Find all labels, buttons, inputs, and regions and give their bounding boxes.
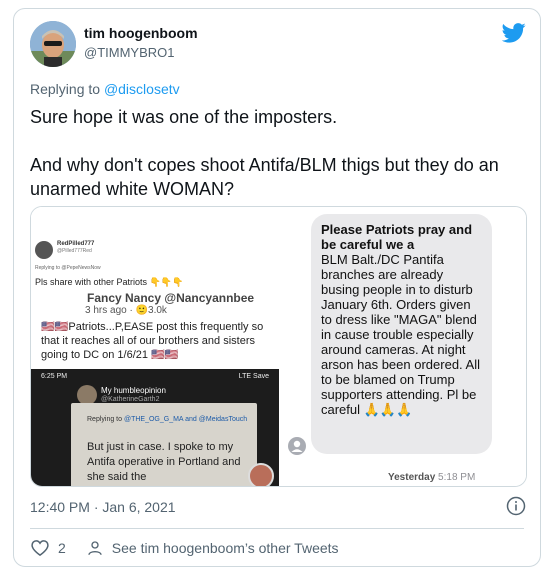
- message-timestamp: Yesterday 5:18 PM: [388, 472, 475, 483]
- author-name[interactable]: tim hoogenboom: [84, 25, 198, 41]
- media-image-right[interactable]: Please Patriots pray and be careful we a…: [280, 207, 526, 486]
- screenshot-poster-time: 3 hrs ago · 🙂3.0k: [85, 305, 167, 316]
- heart-icon[interactable]: [30, 538, 50, 558]
- tweet-actions: 2 See tim hoogenboom’s other Tweets: [30, 537, 339, 559]
- inner-name: My humbleopinion: [101, 386, 166, 395]
- avatar-image: [30, 21, 76, 67]
- author-avatar[interactable]: [30, 21, 76, 67]
- info-circle-icon[interactable]: [506, 496, 526, 516]
- screenshot-post-text: 🇺🇸🇺🇸Patriots...P,EASE post this frequent…: [41, 321, 264, 361]
- tweet-card[interactable]: tim hoogenboom @TIMMYBRO1 Replying to @d…: [13, 8, 541, 567]
- replying-to: Replying to @disclosetv: [30, 81, 180, 97]
- message-bold-text: Please Patriots pray and be careful we a: [321, 222, 473, 252]
- inner-face-avatar: [248, 463, 274, 486]
- phone-status-right: LTE Save: [238, 373, 269, 380]
- tweet-timestamp[interactable]: 12:40 PM · Jan 6, 2021: [30, 499, 176, 515]
- inner-handle: @KatherineGarth2: [101, 396, 160, 403]
- screenshot-user: RedPilled777: [57, 241, 95, 247]
- contact-icon: [288, 437, 306, 455]
- phone-screenshot: 6:25 PM LTE Save My humbleopinion @Kathe…: [31, 369, 279, 486]
- inner-reply-prefix: Replying to: [87, 416, 124, 423]
- inner-reply: Replying to @THE_OG_G_MA and @MeidasTouc…: [87, 415, 247, 425]
- person-icon[interactable]: [86, 539, 104, 557]
- media-image-left[interactable]: RedPilled777 @Pilled777Red Replying to @…: [31, 207, 279, 486]
- twitter-bird-icon[interactable]: [502, 23, 526, 43]
- author-handle[interactable]: @TIMMYBRO1: [84, 45, 174, 60]
- like-count[interactable]: 2: [58, 540, 66, 556]
- message-timestamp-day: Yesterday: [388, 472, 436, 483]
- tweet-text-line-2: And why don't copes shoot Antifa/BLM thi…: [30, 155, 499, 199]
- text-message-bubble: Please Patriots pray and be careful we a…: [311, 214, 492, 454]
- message-body-text: BLM Balt./DC Pantifa branches are alread…: [321, 252, 480, 417]
- screenshot-share-text: Pls share with other Patriots 👇👇👇: [35, 277, 184, 287]
- message-timestamp-time: 5:18 PM: [438, 472, 476, 483]
- inner-text: But just in case. I spoke to my Antifa o…: [87, 441, 241, 483]
- inner-avatar: [77, 385, 97, 405]
- tweet-text-line-1: Sure hope it was one of the imposters.: [30, 107, 338, 127]
- phone-time: 6:25 PM: [41, 373, 68, 380]
- screenshot-reply: Replying to @PepeNewsNow: [35, 265, 101, 271]
- other-tweets-link[interactable]: See tim hoogenboom’s other Tweets: [112, 540, 339, 556]
- screenshot-poster-name: Fancy Nancy @Nancyannbee: [87, 291, 255, 305]
- replying-mention-link[interactable]: @disclosetv: [104, 81, 180, 97]
- inner-reply-mention: @THE_OG_G_MA and @MeidasTouch: [123, 416, 248, 423]
- replying-prefix: Replying to: [30, 81, 101, 97]
- screenshot-header: RedPilled777 @Pilled777Red Replying to @…: [31, 207, 279, 295]
- media-attachments[interactable]: RedPilled777 @Pilled777Red Replying to @…: [30, 206, 527, 487]
- screenshot-user-handle: @Pilled777Red: [57, 248, 92, 254]
- screenshot-avatar: [35, 241, 53, 259]
- tweet-text: Sure hope it was one of the imposters. A…: [30, 105, 530, 201]
- inner-tweet-box: Replying to @THE_OG_G_MA and @MeidasTouc…: [71, 403, 274, 486]
- divider: [30, 528, 524, 529]
